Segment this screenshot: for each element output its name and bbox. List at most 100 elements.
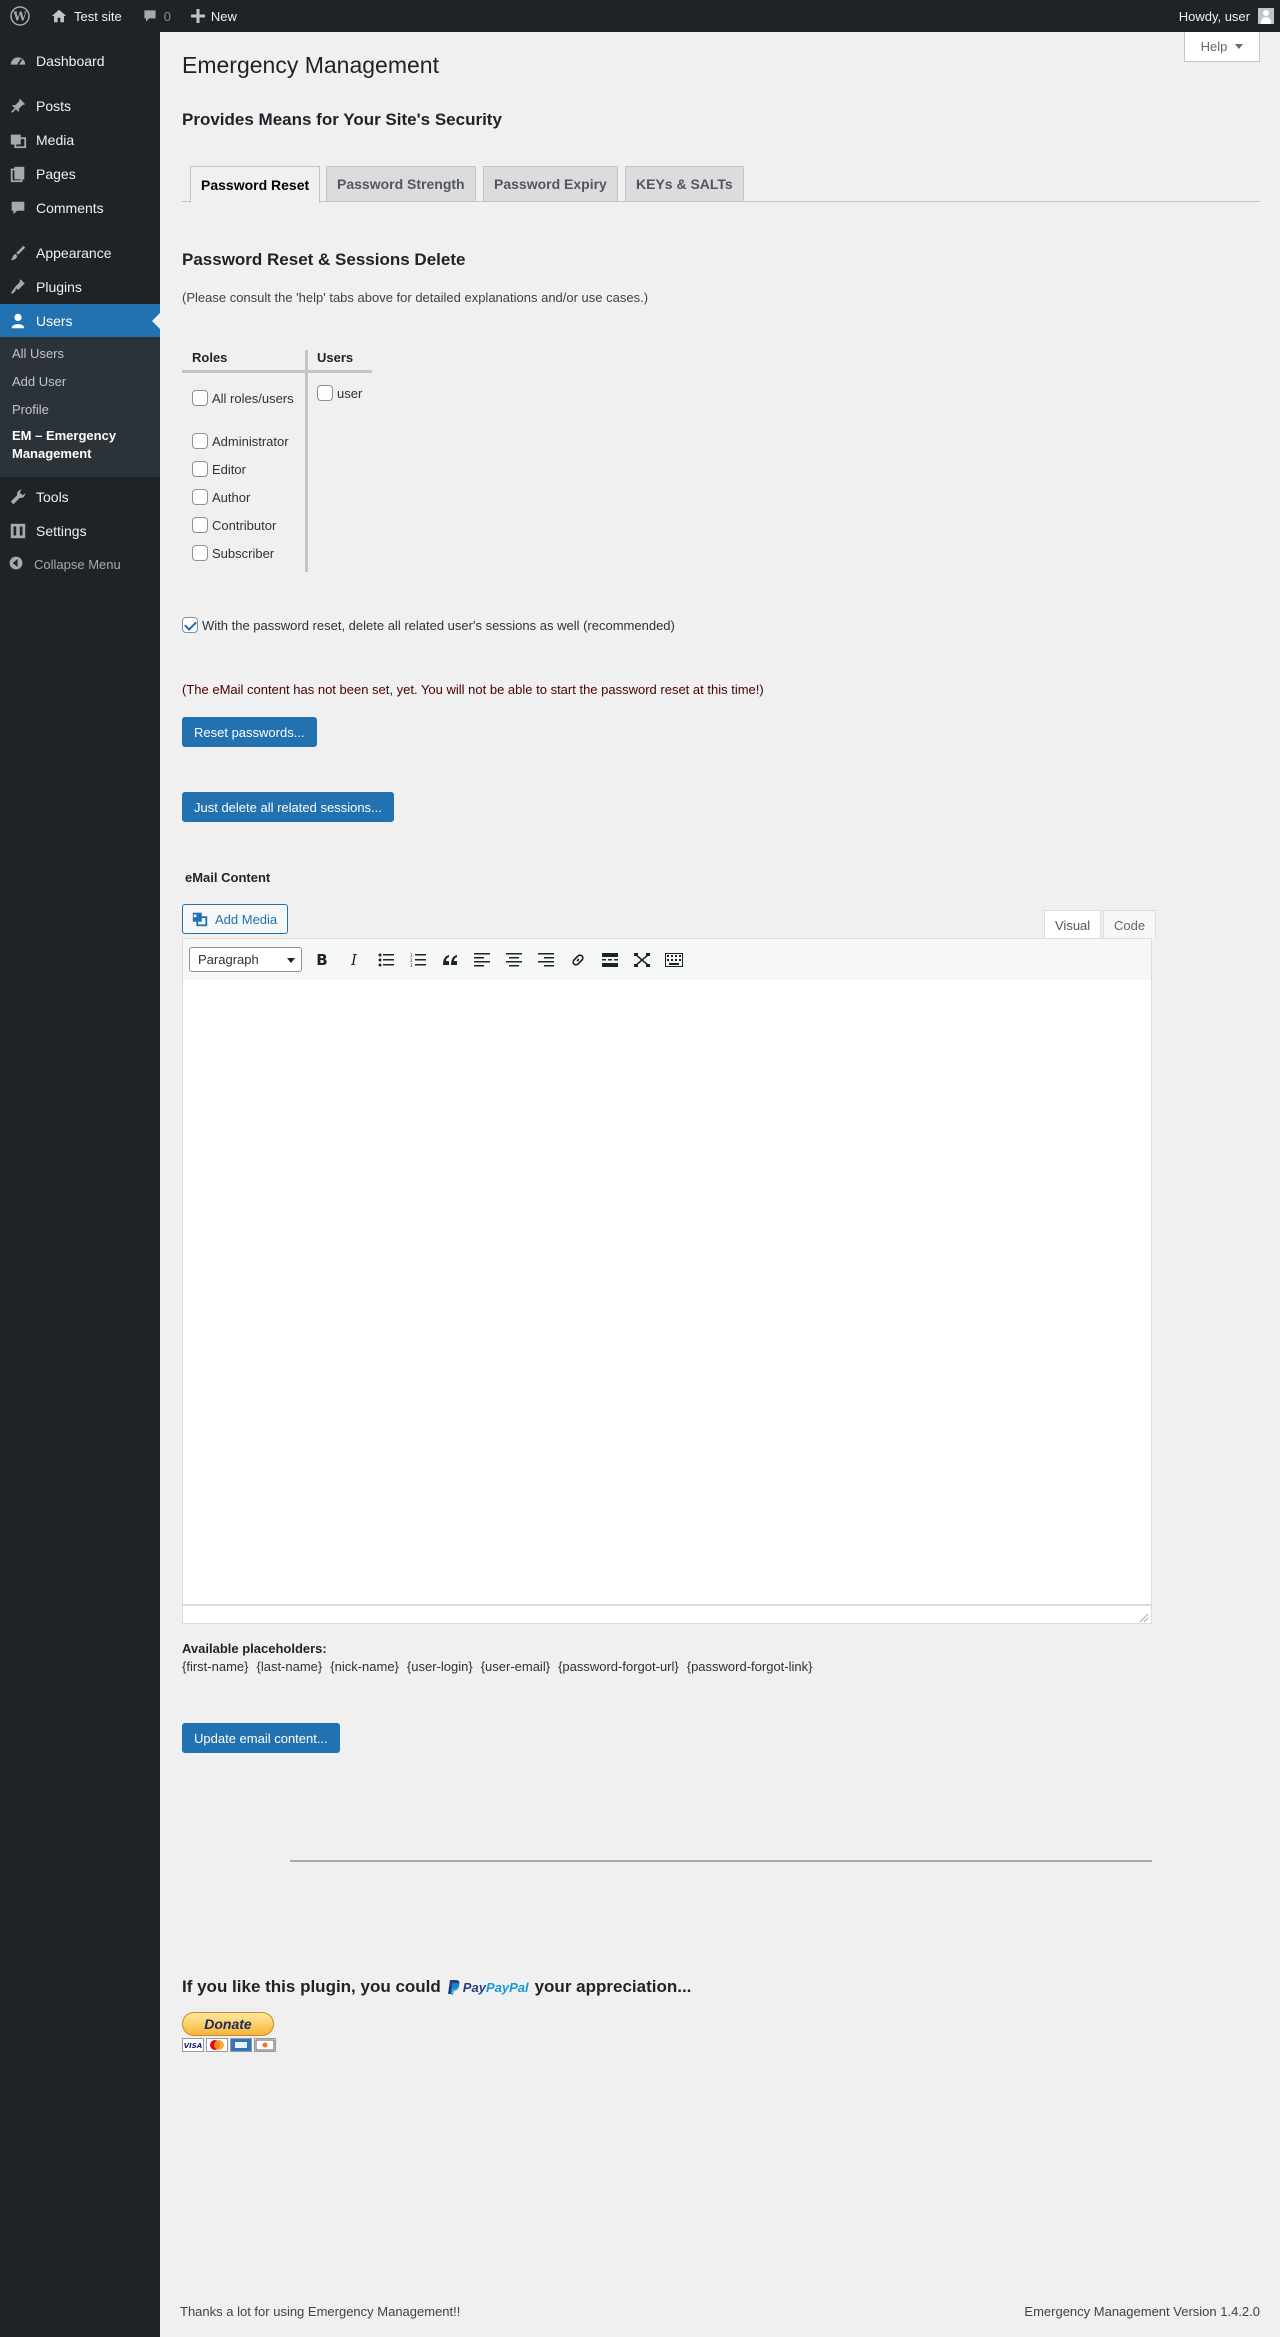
- add-media-icon: [191, 910, 209, 928]
- wordpress-logo-icon[interactable]: W: [0, 0, 40, 32]
- pages-icon: [8, 164, 28, 184]
- checkbox-box[interactable]: [192, 390, 208, 406]
- site-name-link[interactable]: Test site: [40, 0, 132, 32]
- paypal-label: PayPal: [485, 1979, 529, 1995]
- tab-password-reset[interactable]: Password Reset: [190, 166, 321, 203]
- sidebar-item-label: Pages: [36, 166, 76, 182]
- help-button[interactable]: Help: [1184, 32, 1260, 62]
- checkbox-user[interactable]: user: [317, 385, 362, 401]
- tab-code[interactable]: Code: [1103, 910, 1157, 939]
- checkbox-box[interactable]: [192, 545, 208, 561]
- placeholder-item: {user-login}: [406, 1659, 473, 1674]
- roles-users-table: Roles Users All roles/users Administrato…: [182, 350, 372, 572]
- update-email-button[interactable]: Update email content...: [182, 1723, 340, 1753]
- checkbox-box[interactable]: [192, 489, 208, 505]
- reset-passwords-button[interactable]: Reset passwords...: [182, 717, 317, 747]
- checkbox-all-roles[interactable]: All roles/users: [192, 390, 294, 406]
- collapse-menu-button[interactable]: Collapse Menu: [8, 555, 121, 574]
- sidebar-item-posts[interactable]: Posts: [0, 89, 160, 123]
- submenu-item-emergency-management[interactable]: EM – Emergency Management: [12, 427, 152, 463]
- checkbox-label: With the password reset, delete all rela…: [202, 617, 675, 633]
- editor-statusbar: [182, 1605, 1152, 1624]
- caret-down-icon: [1235, 44, 1244, 49]
- email-content-editor[interactable]: [182, 980, 1152, 1605]
- checkbox-box[interactable]: [317, 385, 333, 401]
- divider: [290, 1860, 1152, 1862]
- admin-sidebar: Dashboard Posts Media Pages Comments App…: [0, 32, 160, 2337]
- svg-text:W: W: [12, 10, 27, 24]
- sidebar-item-appearance[interactable]: Appearance: [0, 236, 160, 270]
- visa-icon: VISA: [182, 2038, 204, 2052]
- new-content-link[interactable]: New: [181, 0, 247, 32]
- add-media-button[interactable]: Add Media: [182, 904, 289, 934]
- sidebar-item-label: Comments: [36, 200, 104, 216]
- svg-text:3: 3: [410, 963, 413, 967]
- comments-link[interactable]: 0: [132, 0, 181, 32]
- donation-heading: If you like this plugin, you could Pay Pa…: [182, 1977, 691, 1997]
- checkbox-role-editor[interactable]: Editor: [192, 461, 246, 477]
- sidebar-item-label: Settings: [36, 523, 87, 539]
- comment-icon: [8, 198, 28, 218]
- checkbox-box[interactable]: [192, 461, 208, 477]
- submenu-item-add-user[interactable]: Add User: [12, 374, 66, 389]
- submenu-item-all-users[interactable]: All Users: [12, 346, 64, 361]
- sidebar-item-plugins[interactable]: Plugins: [0, 270, 160, 304]
- placeholder-item: {user-email}: [480, 1659, 551, 1674]
- read-more-icon[interactable]: [599, 949, 621, 971]
- delete-sessions-button[interactable]: Just delete all related sessions...: [182, 792, 394, 822]
- paypal-logo: Pay PayPal: [447, 1979, 529, 1995]
- sidebar-item-label: Plugins: [36, 279, 82, 295]
- submenu-item-profile[interactable]: Profile: [12, 402, 49, 417]
- svg-text:VISA: VISA: [184, 2042, 202, 2050]
- resize-grip-icon[interactable]: [1139, 1611, 1149, 1623]
- checkbox-role-subscriber[interactable]: Subscriber: [192, 545, 274, 561]
- toolbar-toggle-icon[interactable]: [663, 949, 685, 971]
- users-header-divider: [308, 370, 372, 373]
- svg-text:I: I: [350, 952, 358, 968]
- donate-button[interactable]: Donate: [182, 2012, 274, 2036]
- format-select[interactable]: Paragraph: [189, 947, 302, 972]
- align-right-icon[interactable]: [535, 949, 557, 971]
- checkbox-role-contributor[interactable]: Contributor: [192, 517, 276, 533]
- sidebar-item-tools[interactable]: Tools: [0, 480, 160, 514]
- bold-icon[interactable]: B: [311, 949, 333, 971]
- link-icon[interactable]: [567, 949, 589, 971]
- checkbox-label: Subscriber: [212, 545, 275, 561]
- sidebar-item-settings[interactable]: Settings: [0, 514, 160, 548]
- tab-keys-salts[interactable]: KEYs & SALTs: [625, 166, 744, 201]
- tab-password-strength[interactable]: Password Strength: [326, 166, 476, 201]
- admin-bar: W Test site 0 New Howdy, user: [0, 0, 1280, 32]
- tab-visual[interactable]: Visual: [1044, 910, 1102, 939]
- help-note: (Please consult the 'help' tabs above fo…: [182, 290, 649, 305]
- fullscreen-icon[interactable]: [631, 949, 653, 971]
- sidebar-item-media[interactable]: Media: [0, 123, 160, 157]
- amex-icon: [230, 2038, 252, 2052]
- checkbox-box[interactable]: [182, 617, 198, 633]
- numbered-list-icon[interactable]: 123: [407, 949, 429, 971]
- placeholder-item: {nick-name}: [330, 1659, 399, 1674]
- brush-icon: [8, 243, 28, 263]
- italic-icon[interactable]: I: [343, 949, 365, 971]
- donation-text-before: If you like this plugin, you could: [182, 1977, 441, 1996]
- bulleted-list-icon[interactable]: [375, 949, 397, 971]
- checkbox-delete-sessions[interactable]: With the password reset, delete all rela…: [182, 617, 675, 633]
- editor-toolbar: Paragraph B I 123: [182, 938, 1152, 981]
- sidebar-item-comments[interactable]: Comments: [0, 191, 160, 225]
- blockquote-icon[interactable]: [439, 949, 461, 971]
- chevron-down-icon: [287, 958, 295, 963]
- checkbox-box[interactable]: [192, 433, 208, 449]
- placeholder-item: {last-name}: [256, 1659, 323, 1674]
- settings-icon: [8, 521, 28, 541]
- sidebar-item-pages[interactable]: Pages: [0, 157, 160, 191]
- sidebar-item-users[interactable]: Users: [0, 304, 160, 338]
- my-account-link[interactable]: Howdy, user: [1179, 8, 1280, 24]
- users-submenu: All Users Add User Profile EM – Emergenc…: [0, 337, 160, 477]
- tab-password-expiry[interactable]: Password Expiry: [483, 166, 618, 201]
- align-center-icon[interactable]: [503, 949, 525, 971]
- placeholders-title: Available placeholders:: [182, 1641, 327, 1656]
- checkbox-role-administrator[interactable]: Administrator: [192, 433, 289, 449]
- sidebar-item-dashboard[interactable]: Dashboard: [0, 44, 160, 78]
- checkbox-role-author[interactable]: Author: [192, 489, 250, 505]
- align-left-icon[interactable]: [471, 949, 493, 971]
- checkbox-box[interactable]: [192, 517, 208, 533]
